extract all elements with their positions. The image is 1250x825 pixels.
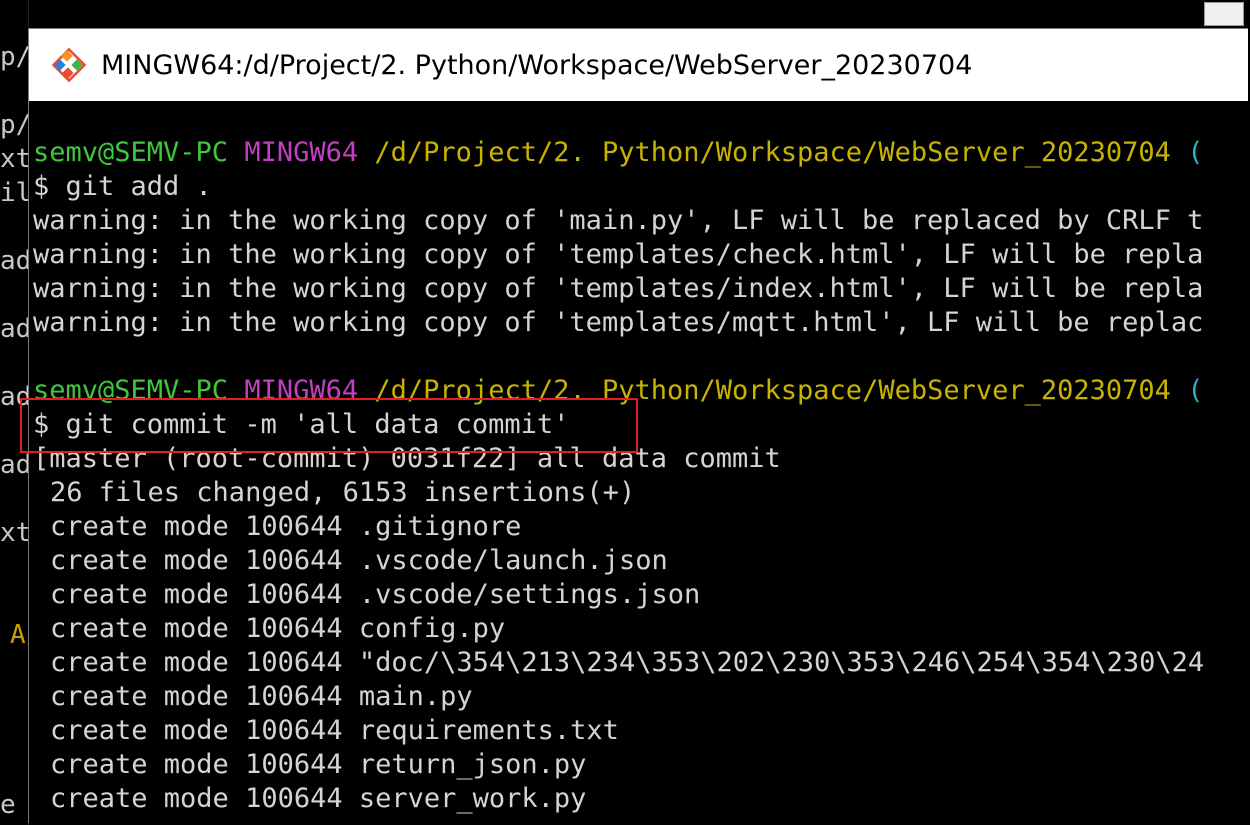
warning-line: warning: in the working copy of 'main.py… xyxy=(33,205,1204,236)
git-bash-window[interactable]: MINGW64:/d/Project/2. Python/Workspace/W… xyxy=(28,28,1248,823)
background-terminal-edge: p/ p/ xt il ad ad ad ad xt A e xyxy=(0,0,29,825)
prompt-shell: MINGW64 xyxy=(244,375,359,406)
command-line: $ git add . xyxy=(33,171,212,202)
prompt-user-host: semv@SEMV-PC xyxy=(33,137,229,168)
prompt-path: /d/Project/2. Python/Workspace/WebServer… xyxy=(374,137,1171,168)
bg-fragment: xt xyxy=(0,144,29,174)
bg-fragment: A xyxy=(10,620,26,650)
command-line: $ git commit -m 'all data commit' xyxy=(33,409,570,440)
background-top-strip xyxy=(0,0,1250,28)
commit-result-line: [master (root-commit) 0031f22] all data … xyxy=(33,443,781,474)
warning-line: warning: in the working copy of 'templat… xyxy=(33,273,1204,304)
window-titlebar[interactable]: MINGW64:/d/Project/2. Python/Workspace/W… xyxy=(29,29,1248,101)
commit-stats-line: 26 files changed, 6153 insertions(+) xyxy=(50,477,636,508)
bg-fragment: xt xyxy=(0,518,29,548)
background-window-button[interactable] xyxy=(1204,2,1244,26)
file-line: create mode 100644 main.py xyxy=(50,681,473,712)
file-line: create mode 100644 .vscode/settings.json xyxy=(50,579,701,610)
bg-fragment: ad xyxy=(0,382,29,412)
terminal-output[interactable]: semv@SEMV-PC MINGW64 /d/Project/2. Pytho… xyxy=(29,101,1248,823)
bg-fragment: e xyxy=(0,790,16,820)
bg-fragment: ad xyxy=(0,246,29,276)
prompt-path: /d/Project/2. Python/Workspace/WebServer… xyxy=(374,375,1171,406)
file-line: create mode 100644 return_json.py xyxy=(50,749,587,780)
file-line: create mode 100644 "doc/\354\213\234\353… xyxy=(50,647,1205,678)
prompt-shell: MINGW64 xyxy=(244,137,359,168)
file-line: create mode 100644 .gitignore xyxy=(50,511,522,542)
git-diamond-icon xyxy=(49,45,89,85)
prompt-branch: ( xyxy=(1187,137,1204,168)
warning-line: warning: in the working copy of 'templat… xyxy=(33,307,1204,338)
file-line: create mode 100644 server_work.py xyxy=(50,783,587,814)
bg-fragment: il xyxy=(0,178,29,208)
bg-fragment: p/ xyxy=(0,110,29,140)
prompt-branch: ( xyxy=(1187,375,1204,406)
file-line: create mode 100644 requirements.txt xyxy=(50,715,619,746)
prompt-line: semv@SEMV-PC MINGW64 /d/Project/2. Pytho… xyxy=(29,374,1248,408)
bg-fragment: ad xyxy=(0,314,29,344)
prompt-user-host: semv@SEMV-PC xyxy=(33,375,229,406)
file-line: create mode 100644 .vscode/launch.json xyxy=(50,545,668,576)
bg-fragment: p/ xyxy=(0,42,29,72)
warning-line: warning: in the working copy of 'templat… xyxy=(33,239,1204,270)
prompt-line: semv@SEMV-PC MINGW64 /d/Project/2. Pytho… xyxy=(29,136,1248,170)
window-title: MINGW64:/d/Project/2. Python/Workspace/W… xyxy=(101,49,973,81)
bg-fragment: ad xyxy=(0,450,29,480)
file-line: create mode 100644 config.py xyxy=(50,613,506,644)
